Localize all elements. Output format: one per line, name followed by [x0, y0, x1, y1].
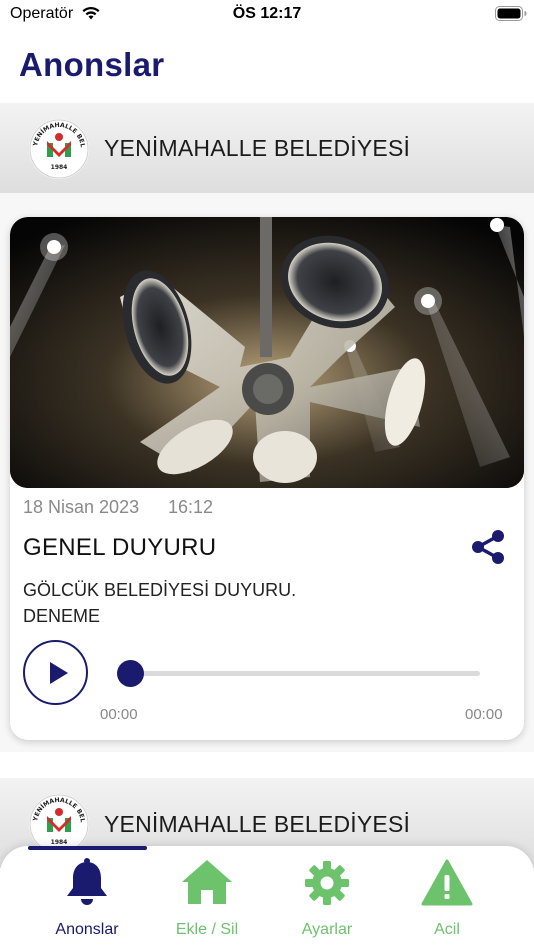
logo-year: 1984 — [51, 839, 68, 846]
page-title: Anonslar — [19, 46, 165, 83]
announcement-time: 16:12 — [168, 497, 214, 517]
tab-label: Ekle / Sil — [175, 921, 239, 938]
status-bar: Operatör ÖS 12:17 — [0, 0, 534, 30]
announcement-image — [10, 217, 524, 488]
play-button[interactable] — [23, 640, 88, 705]
announcement-card-wrapper: 18 Nisan 2023 16:12 GENEL DUYURU GÖLCÜK … — [0, 193, 534, 752]
organization-header: YENİMAHALLE BELEDİYESİ 1984 YENİMAHALLE … — [0, 103, 534, 193]
audio-current-time: 00:00 — [100, 706, 138, 723]
bell-icon — [67, 858, 107, 905]
organization-name: YENİMAHALLE BELEDİYESİ — [104, 811, 411, 837]
battery-icon — [495, 6, 527, 21]
tab-ekle-sil[interactable]: Ekle / Sil — [147, 846, 267, 950]
tab-label: Anonslar — [55, 921, 119, 938]
active-tab-indicator — [28, 846, 147, 850]
gear-icon — [305, 861, 349, 905]
logo-year: 1984 — [51, 164, 68, 171]
audio-total-time: 00:00 — [465, 706, 503, 723]
audio-progress-track[interactable] — [130, 671, 480, 676]
tab-acil[interactable]: Acil — [387, 846, 507, 950]
share-icon[interactable] — [468, 527, 508, 567]
tab-label: Ayarlar — [301, 921, 353, 938]
tab-ayarlar[interactable]: Ayarlar — [267, 846, 387, 950]
status-time: ÖS 12:17 — [232, 5, 302, 22]
warning-icon — [421, 859, 473, 906]
organization-name: YENİMAHALLE BELEDİYESİ — [104, 135, 411, 161]
play-icon — [50, 662, 68, 684]
municipality-logo: YENİMAHALLE BELEDİYESİ 1984 — [28, 118, 89, 179]
audio-progress-thumb[interactable] — [117, 660, 144, 687]
announcement-body: GÖLCÜK BELEDİYESİ DUYURU. DENEME — [23, 580, 297, 626]
feed-separator — [0, 752, 534, 778]
announcement-date: 18 Nisan 2023 — [23, 497, 140, 517]
announcement-card[interactable]: 18 Nisan 2023 16:12 GENEL DUYURU GÖLCÜK … — [10, 217, 524, 740]
tab-anonslar[interactable]: Anonslar — [27, 846, 147, 950]
tab-label: Acil — [434, 921, 460, 938]
announcement-title: GENEL DUYURU — [23, 534, 217, 561]
announcement-feed[interactable]: YENİMAHALLE BELEDİYESİ 1984 YENİMAHALLE … — [0, 103, 534, 868]
home-icon — [182, 860, 232, 904]
tab-bar: Anonslar Ekle / Sil Ayarlar Acil — [0, 846, 534, 950]
